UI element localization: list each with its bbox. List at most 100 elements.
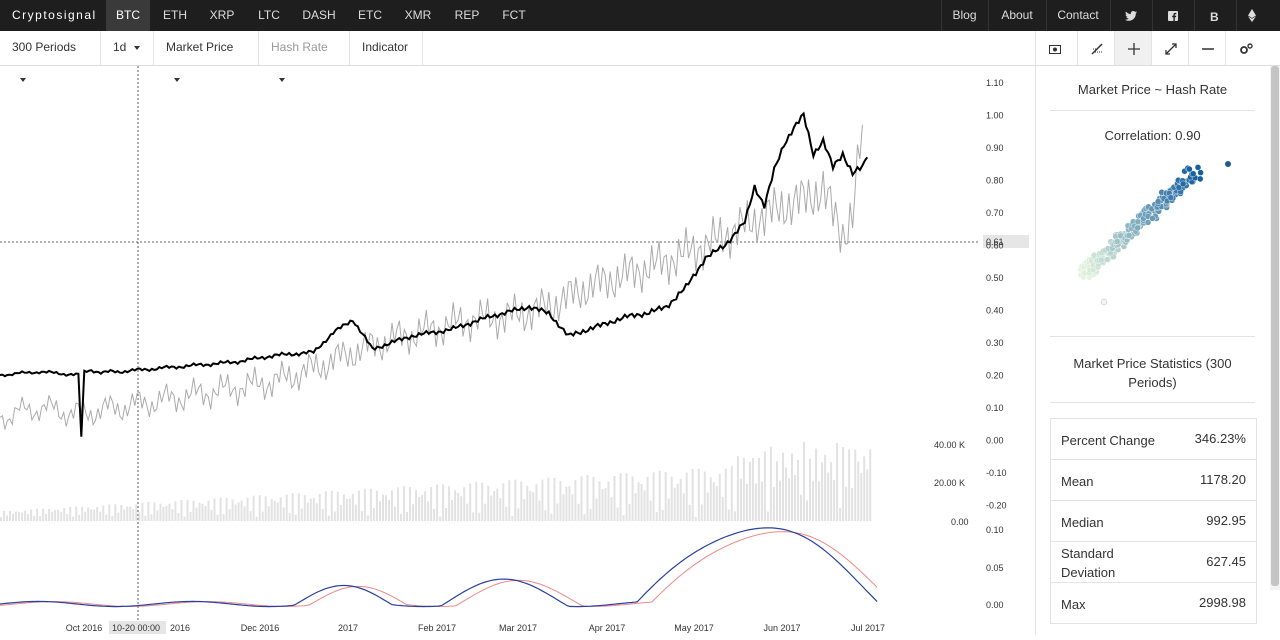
scatter-point (1135, 219, 1141, 225)
volume-bar (205, 506, 207, 521)
volume-bar (66, 514, 68, 521)
brand-logo[interactable]: Cryptosignal (12, 8, 97, 22)
volume-bar (286, 495, 288, 522)
volume-bar (665, 472, 667, 521)
secondary-metric-dropdown[interactable]: Hash Rate (259, 31, 350, 65)
interval-dropdown[interactable]: 1d (101, 31, 154, 65)
main-tick-label: -0.10 (986, 468, 1007, 478)
volume-bar (304, 495, 306, 521)
main-tick-label: 1.10 (986, 78, 1004, 88)
x-tick-label: Jun 2017 (763, 623, 800, 633)
tab-rep[interactable]: REP (444, 0, 490, 31)
settings-icon[interactable] (1225, 31, 1266, 65)
volume-bar (821, 462, 823, 521)
x-tick-label: May 2017 (674, 623, 714, 633)
tab-eth[interactable]: ETH (153, 0, 197, 31)
volume-bar (644, 490, 646, 521)
periods-dropdown[interactable]: 300 Periods (0, 31, 101, 65)
volume-bar (75, 506, 77, 521)
camera-icon[interactable] (1035, 31, 1073, 65)
volume-bar (292, 493, 294, 521)
volume-bar (779, 481, 781, 521)
volume-bar (190, 512, 192, 521)
no-draw-icon[interactable] (1077, 31, 1115, 65)
tab-fct[interactable]: FCT (492, 0, 536, 31)
volume-bar (144, 516, 146, 521)
indicator-button[interactable]: Indicator (350, 31, 423, 65)
tab-xrp[interactable]: XRP (200, 0, 244, 31)
nav-blog[interactable]: Blog (941, 0, 987, 31)
volume-bar (731, 466, 733, 521)
volume-bar (412, 504, 414, 521)
stat-row: Standard Deviation 627.45 (1051, 542, 1256, 583)
volume-bar (30, 510, 32, 522)
volume-bar (752, 458, 754, 521)
volume-bar (863, 456, 865, 521)
divider (1050, 336, 1255, 337)
volume-bar (328, 516, 330, 521)
main-tick-label: 0.00 (986, 436, 1004, 446)
volume-bar (69, 507, 71, 521)
volume-bar (42, 509, 44, 521)
volume-bar (502, 483, 504, 521)
volume-bar (78, 515, 80, 521)
volume-bar (238, 502, 240, 521)
scrollbar-thumb[interactable] (1271, 66, 1279, 586)
crosshair-time: 10-20 00:00 (112, 623, 160, 633)
volume-bar (211, 510, 213, 521)
volume-bar (851, 488, 853, 521)
volume-bar (541, 480, 543, 521)
volume-bar (301, 509, 303, 522)
volume-bar (156, 510, 158, 521)
volume-bar (96, 507, 98, 521)
volume-bar (466, 504, 468, 521)
volume-bar (584, 514, 586, 521)
volume-bar (454, 490, 456, 521)
volume-bar (232, 500, 234, 522)
divider (1050, 402, 1255, 403)
twitter-icon[interactable] (1110, 0, 1151, 31)
expand-icon[interactable] (1151, 31, 1189, 65)
tab-ltc[interactable]: LTC (247, 0, 291, 31)
volume-bar (165, 506, 167, 521)
tab-dash[interactable]: DASH (292, 0, 346, 31)
volume-bar (677, 484, 679, 521)
volume-bar (60, 512, 62, 521)
volume-bar (379, 501, 381, 521)
nav-contact[interactable]: Contact (1046, 0, 1109, 31)
bitcoin-icon[interactable]: B (1194, 0, 1235, 31)
minus-icon[interactable] (1188, 31, 1226, 65)
volume-bar (141, 503, 143, 521)
volume-bar (833, 480, 835, 521)
ethereum-icon[interactable] (1236, 0, 1267, 31)
volume-bar (532, 492, 534, 521)
indicator-tick-label: 0.05 (986, 563, 1004, 573)
nav-about[interactable]: About (988, 0, 1045, 31)
volume-bar (866, 469, 868, 521)
volume-bar (388, 500, 390, 521)
stat-row: Max 2998.98 (1051, 583, 1256, 624)
price-chart[interactable]: 0.61 1.10 1.00 0.90 0.80 0.70 0.60 0.50 0.40 0.3… (0, 66, 1035, 635)
scatter-point (1180, 181, 1186, 187)
tab-xmr[interactable]: XMR (394, 0, 442, 31)
volume-bar (90, 509, 92, 521)
tab-etc[interactable]: ETC (348, 0, 392, 31)
volume-bar (749, 462, 751, 521)
crosshair-icon[interactable] (1114, 31, 1152, 65)
volume-bar (830, 462, 832, 521)
volume-bar (340, 505, 342, 521)
stat-value: 992.95 (1206, 513, 1246, 528)
scatter-point (1197, 176, 1203, 182)
volume-bar (776, 461, 778, 521)
volume-bar (132, 509, 134, 521)
volume-bar (713, 482, 715, 521)
primary-metric-dropdown[interactable]: Market Price (154, 31, 259, 65)
facebook-icon[interactable] (1152, 0, 1193, 31)
tab-btc[interactable]: BTC (106, 0, 150, 31)
volume-bar (653, 472, 655, 521)
stat-label: Mean (1061, 472, 1094, 491)
volume-bar (445, 508, 447, 521)
volume-bar (710, 478, 712, 522)
volume-bar (514, 480, 516, 521)
volume-bar (424, 491, 426, 521)
